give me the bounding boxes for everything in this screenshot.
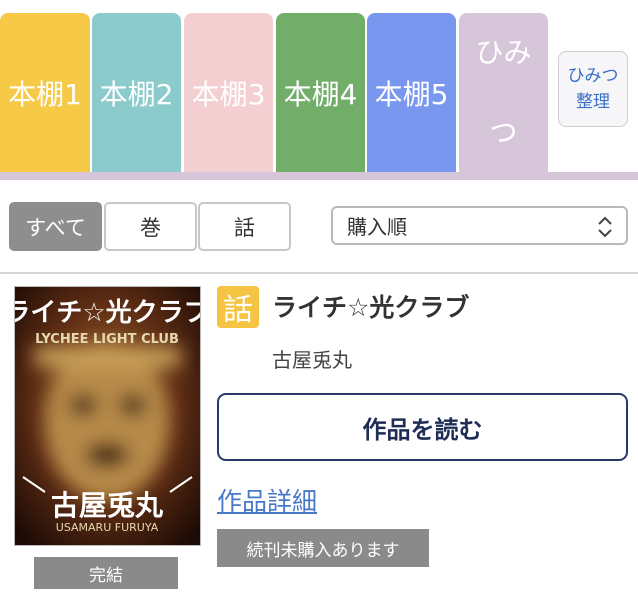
- sort-select-value: 購入順: [347, 215, 407, 239]
- read-button[interactable]: 作品を読む: [217, 393, 628, 461]
- read-button-label: 作品を読む: [362, 415, 483, 444]
- status-badge: 完結: [34, 557, 178, 589]
- cover-author-art: 古屋兎丸: [51, 489, 163, 522]
- shelf-tab-bar: 本棚1 本棚2 本棚3 本棚4 本棚5 ひみつ ひみつ 整理: [0, 0, 638, 180]
- secret-manage-label-line1: ひみつ: [567, 66, 619, 86]
- cover-title-art: ライチ☆光クラブ: [15, 297, 200, 328]
- filter-all-label: すべて: [25, 215, 86, 240]
- section-divider: [0, 272, 638, 274]
- chevron-updown-icon: [598, 216, 612, 238]
- status-badge-label: 完結: [89, 565, 123, 586]
- tab-shelf-2[interactable]: 本棚2: [92, 13, 181, 172]
- filter-volume-label: 巻: [140, 215, 161, 240]
- sort-select[interactable]: 購入順: [331, 206, 628, 245]
- cover-art: ライチ☆光クラブ LYCHEE LIGHT CLUB 古屋兎丸 USAMARU …: [15, 287, 200, 545]
- secret-manage-label-line2: 整理: [576, 92, 610, 112]
- cover-roman-title: LYCHEE LIGHT CLUB: [35, 332, 179, 347]
- type-badge-label: 話: [223, 293, 253, 328]
- notice-label: 続刊未購入あります: [246, 540, 400, 561]
- tab-shelf-4[interactable]: 本棚4: [276, 13, 365, 172]
- secret-manage-button[interactable]: ひみつ 整理: [558, 51, 628, 127]
- filter-all-button[interactable]: すべて: [9, 202, 102, 251]
- tab-underline: [0, 172, 638, 180]
- tab-label: ひみつ: [475, 35, 532, 149]
- cover-image[interactable]: ライチ☆光クラブ LYCHEE LIGHT CLUB 古屋兎丸 USAMARU …: [14, 286, 201, 546]
- tab-secret[interactable]: ひみつ: [459, 13, 548, 172]
- filter-episode-button[interactable]: 話: [198, 202, 291, 251]
- detail-link[interactable]: 作品詳細: [217, 482, 317, 518]
- tab-shelf-1[interactable]: 本棚1: [0, 13, 90, 172]
- item-author: 古屋兎丸: [272, 348, 352, 372]
- filter-volume-button[interactable]: 巻: [104, 202, 197, 251]
- unpurchased-notice-badge: 続刊未購入あります: [217, 529, 429, 567]
- cover-roman-author: USAMARU FURUYA: [56, 521, 159, 534]
- tab-label: 本棚1: [8, 77, 82, 111]
- tab-shelf-5[interactable]: 本棚5: [367, 13, 456, 172]
- tab-label: 本棚5: [374, 77, 449, 111]
- filter-bar: すべて 巻 話 購入順: [0, 200, 638, 256]
- item-title: ライチ☆光クラブ: [272, 293, 470, 322]
- type-badge: 話: [217, 286, 259, 328]
- tab-label: 本棚4: [283, 77, 358, 111]
- tab-label: 本棚3: [191, 77, 266, 111]
- filter-episode-label: 話: [234, 215, 255, 240]
- tab-shelf-3[interactable]: 本棚3: [184, 13, 273, 172]
- tab-label: 本棚2: [99, 77, 174, 111]
